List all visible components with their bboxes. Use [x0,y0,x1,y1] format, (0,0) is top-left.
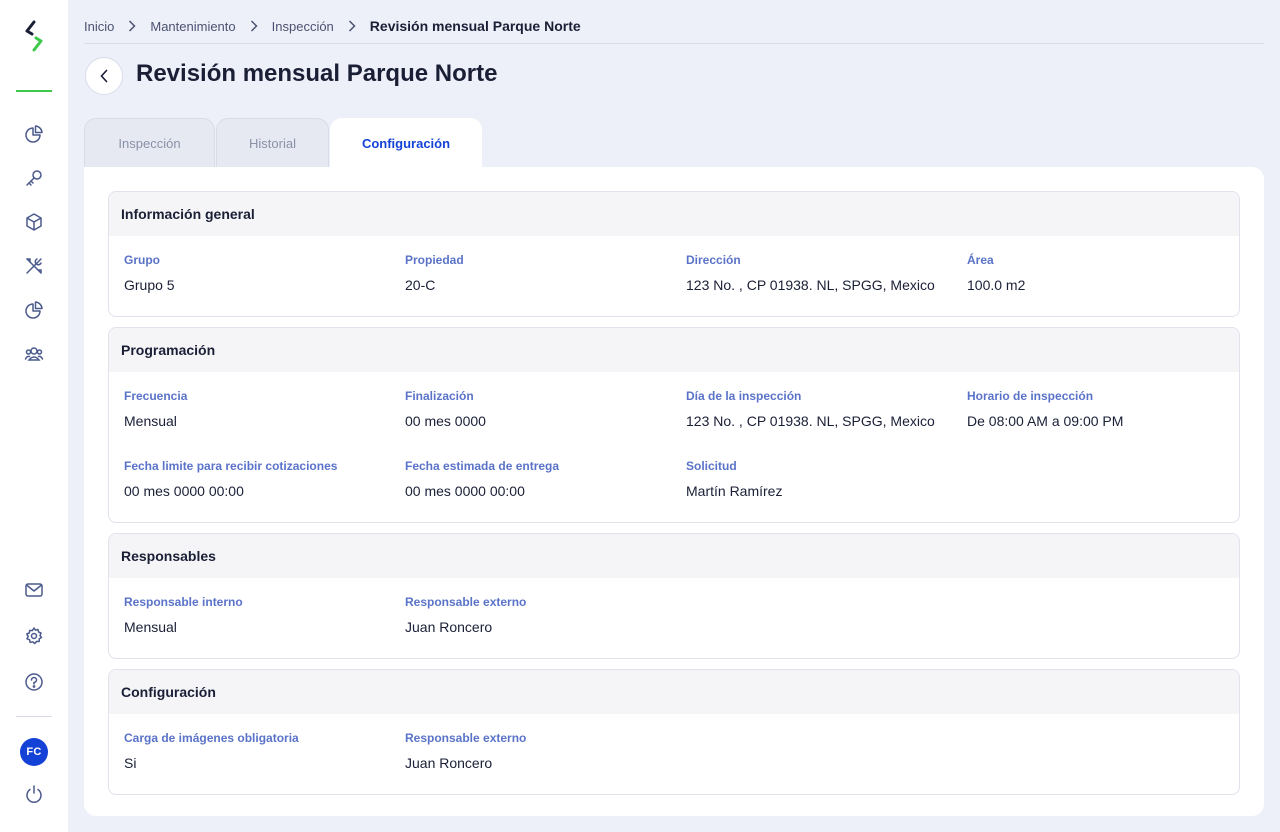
back-button[interactable] [85,57,123,95]
section-title: Configuración [109,670,1239,714]
field-value: 00 mes 0000 00:00 [405,483,525,499]
sidebar-divider [16,716,52,717]
chevron-right-icon [348,20,356,32]
field-label: Dirección [686,253,741,267]
section-responsables: Responsables Responsable interno Mensual… [108,533,1240,659]
chevron-right-icon [129,20,136,32]
field-responsable-externo: Responsable externo Juan Roncero [405,595,526,635]
section-programacion: Programación Frecuencia Mensual Finaliza… [108,327,1240,523]
power-icon[interactable] [24,784,44,804]
field-label: Propiedad [405,253,464,267]
section-configuracion: Configuración Carga de imágenes obligato… [108,669,1240,795]
field-area: Área 100.0 m2 [967,253,1025,293]
cube-icon[interactable] [24,212,44,232]
content-panel: Información general Grupo Grupo 5 Propie… [84,167,1264,816]
field-value: 00 mes 0000 [405,413,486,429]
field-label: Responsable externo [405,595,527,609]
mail-icon[interactable] [24,580,44,600]
pie-chart-icon[interactable] [24,300,44,320]
breadcrumb-item-inspeccion[interactable]: Inspección [272,19,334,34]
field-label: Área [967,253,994,267]
field-value: Grupo 5 [124,277,175,293]
logo-divider [16,90,52,92]
field-value: Martín Ramírez [686,483,783,499]
key-icon[interactable] [24,168,44,188]
tab-historial[interactable]: Historial [216,118,329,168]
users-icon[interactable] [24,344,44,364]
field-label: Carga de imágenes obligatoria [124,731,299,745]
breadcrumb-divider [84,43,1264,44]
gear-icon[interactable] [24,626,44,646]
tools-icon[interactable] [24,256,44,276]
field-label: Fecha limite para recibir cotizaciones [124,459,338,473]
field-label: Día de la inspección [686,389,802,403]
field-responsable-externo: Responsable externo Juan Roncero [405,731,526,771]
field-propiedad: Propiedad 20-C [405,253,464,293]
field-value: Juan Roncero [405,755,493,771]
breadcrumb-item-mantenimiento[interactable]: Mantenimiento [150,19,235,34]
breadcrumb-item-inicio[interactable]: Inicio [84,19,114,34]
help-icon[interactable] [24,672,44,692]
field-label: Finalización [405,389,474,403]
field-value: 00 mes 0000 00:00 [124,483,244,499]
field-solicitud: Solicitud Martín Ramírez [686,459,782,499]
field-label: Horario de inspección [967,389,1094,403]
chevron-left-icon [100,69,108,83]
field-dia-inspeccion: Día de la inspección 123 No. , CP 01938.… [686,389,935,429]
field-frecuencia: Frecuencia Mensual [124,389,187,429]
sidebar: FC [0,0,68,832]
pie-chart-icon[interactable] [24,124,44,144]
tab-configuracion[interactable]: Configuración [330,118,482,168]
breadcrumb: Inicio Mantenimiento Inspección Revisión… [84,14,581,38]
tab-inspeccion[interactable]: Inspección [84,118,215,168]
field-label: Responsable externo [405,731,527,745]
field-carga-imagenes: Carga de imágenes obligatoria Si [124,731,299,771]
field-value: 123 No. , CP 01938. NL, SPGG, Mexico [686,277,935,293]
section-title: Información general [109,192,1239,236]
field-label: Frecuencia [124,389,188,403]
field-finalizacion: Finalización 00 mes 0000 [405,389,486,429]
field-grupo: Grupo Grupo 5 [124,253,175,293]
field-label: Grupo [124,253,160,267]
field-responsable-interno: Responsable interno Mensual [124,595,243,635]
field-value: 100.0 m2 [967,277,1026,293]
field-value: 20-C [405,277,436,293]
field-direccion: Dirección 123 No. , CP 01938. NL, SPGG, … [686,253,935,293]
field-value: 123 No. , CP 01938. NL, SPGG, Mexico [686,413,935,429]
field-value: Si [124,755,137,771]
page-title: Revisión mensual Parque Norte [136,60,498,87]
avatar[interactable]: FC [20,738,48,766]
field-value: Mensual [124,413,177,429]
field-fecha-estimada-entrega: Fecha estimada de entrega 00 mes 0000 00… [405,459,559,499]
section-title: Programación [109,328,1239,372]
field-label: Fecha estimada de entrega [405,459,560,473]
brand-logo-icon[interactable] [22,20,46,52]
field-value: Juan Roncero [405,619,493,635]
section-informacion-general: Información general Grupo Grupo 5 Propie… [108,191,1240,317]
field-label: Solicitud [686,459,737,473]
chevron-right-icon [250,20,258,32]
field-fecha-limite-cotizaciones: Fecha limite para recibir cotizaciones 0… [124,459,337,499]
field-horario-inspeccion: Horario de inspección De 08:00 AM a 09:0… [967,389,1123,429]
section-title: Responsables [109,534,1239,578]
field-value: De 08:00 AM a 09:00 PM [967,413,1124,429]
field-value: Mensual [124,619,177,635]
breadcrumb-current: Revisión mensual Parque Norte [369,18,581,34]
field-label: Responsable interno [124,595,243,609]
